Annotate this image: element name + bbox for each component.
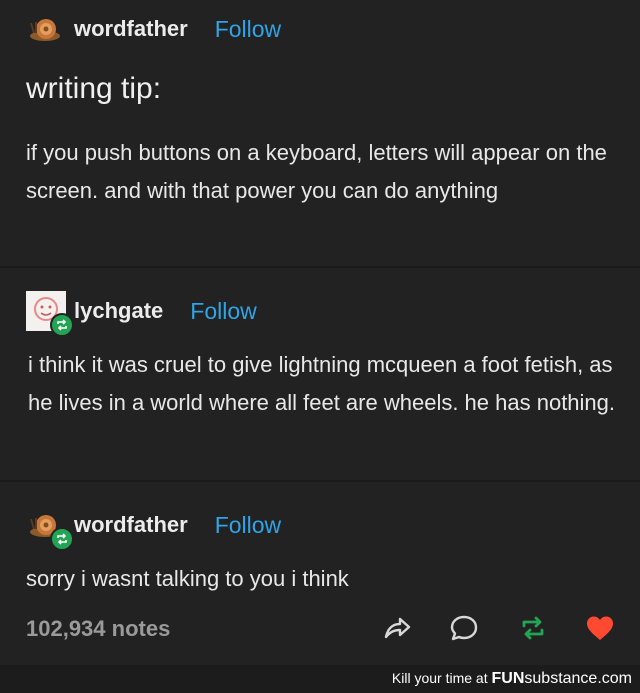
post-header: wordfather Follow [26,9,281,49]
snail-avatar-icon[interactable] [26,505,74,551]
follow-button[interactable]: Follow [215,16,281,43]
username[interactable]: wordfather [74,512,188,538]
watermark-bar: Kill your time at FUNsubstance.com [0,665,640,693]
username[interactable]: lychgate [74,298,163,324]
post-body: i think it was cruel to give lightning m… [28,352,616,415]
like-icon[interactable] [583,611,617,645]
post-original: wordfather Follow writing tip: if you pu… [0,0,640,266]
notes-count[interactable]: 102,934 notes [26,616,170,642]
reblog-badge-icon [50,527,74,551]
follow-button[interactable]: Follow [215,512,281,539]
post-body: if you push buttons on a keyboard, lette… [26,140,607,203]
reblog-badge-icon [50,313,74,337]
lychgate-avatar-icon[interactable] [26,291,74,337]
post-header: wordfather Follow [26,505,281,551]
watermark-prefix: Kill your time at [391,670,492,686]
post-actions [380,611,640,649]
watermark-brand-fun: FUN [491,670,525,687]
post-heading: writing tip: [26,72,162,105]
watermark-text: Kill your time at FUNsubstance.com [392,670,632,688]
post-body: sorry i wasnt talking to you i think [26,566,349,591]
share-icon[interactable] [380,611,414,645]
post-reblog: lychgate Follow i think it was cruel to … [0,268,640,480]
username[interactable]: wordfather [74,16,188,42]
post-header: lychgate Follow [26,291,257,337]
reblog-icon[interactable] [516,611,550,645]
snail-avatar-icon[interactable] [26,9,66,49]
follow-button[interactable]: Follow [190,298,256,325]
watermark-brand-rest: substance.com [524,670,632,687]
reply-icon[interactable] [447,611,481,645]
